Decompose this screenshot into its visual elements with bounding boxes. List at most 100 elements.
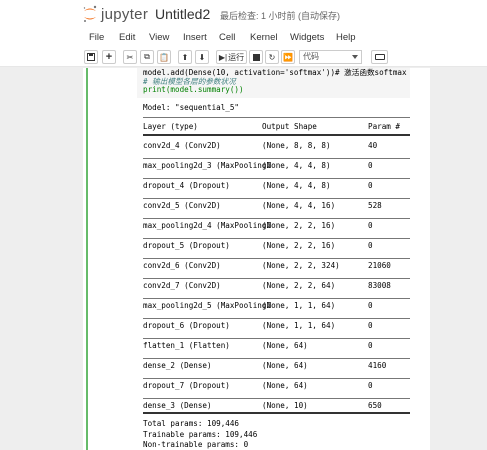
- divider: [143, 298, 410, 299]
- menu-edit[interactable]: Edit: [119, 32, 135, 43]
- table-row-shape: (None, 2, 2, 64): [262, 281, 336, 290]
- jupyter-logo[interactable]: jupyter: [83, 4, 149, 24]
- divider: [143, 158, 410, 159]
- scissors-icon: ✂: [126, 52, 134, 62]
- checkpoint-status: 最后检查: 1 小时前 (自动保存): [220, 11, 341, 21]
- selected-cell-indicator: [86, 68, 88, 450]
- code-line-3: print(model.summary()): [143, 85, 244, 94]
- table-row-shape: (None, 1, 1, 64): [262, 321, 336, 330]
- plus-icon: +: [105, 51, 113, 63]
- divider: [143, 412, 410, 414]
- cut-button[interactable]: ✂: [123, 50, 137, 64]
- table-row-layer: conv2d_6 (Conv2D): [143, 261, 221, 270]
- jupyter-logo-icon: [83, 5, 97, 23]
- keyboard-icon: [374, 54, 385, 60]
- stop-icon: [252, 53, 260, 61]
- run-label: 运行: [228, 52, 245, 62]
- paste-button[interactable]: 📋: [157, 50, 171, 64]
- table-row-layer: conv2d_4 (Conv2D): [143, 141, 221, 150]
- table-row-params: 21060: [368, 261, 391, 270]
- clipboard-icon: 📋: [159, 52, 169, 62]
- menu-kernel[interactable]: Kernel: [250, 32, 277, 43]
- table-row-shape: (None, 2, 2, 324): [262, 261, 340, 270]
- model-name-line: Model: "sequential_5": [143, 103, 240, 112]
- table-row-layer: dropout_6 (Dropout): [143, 321, 230, 330]
- table-row-params: 83008: [368, 281, 391, 290]
- divider: [143, 378, 410, 379]
- table-row-shape: (None, 64): [262, 381, 308, 390]
- fast-forward-icon: ⏩: [283, 52, 293, 62]
- divider: [143, 238, 410, 239]
- menu-insert[interactable]: Insert: [183, 32, 207, 43]
- menu-file[interactable]: File: [89, 32, 104, 43]
- header-output-shape: Output Shape: [262, 122, 317, 131]
- table-row-params: 0: [368, 301, 373, 310]
- command-palette-button[interactable]: [371, 50, 388, 64]
- menu-cell[interactable]: Cell: [219, 32, 235, 43]
- move-up-button[interactable]: ⬆: [178, 50, 192, 64]
- chevron-down-icon: [352, 55, 358, 59]
- table-row-shape: (None, 1, 1, 64): [262, 301, 336, 310]
- table-row-params: 0: [368, 161, 373, 170]
- cell-type-value: 代码: [303, 52, 319, 61]
- table-row-shape: (None, 64): [262, 341, 308, 350]
- table-row-shape: (None, 4, 4, 8): [262, 161, 331, 170]
- divider: [143, 178, 410, 179]
- table-row-layer: dropout_5 (Dropout): [143, 241, 230, 250]
- menu-help[interactable]: Help: [336, 32, 356, 43]
- move-down-button[interactable]: ⬇: [195, 50, 209, 64]
- run-button[interactable]: ▶| 运行: [216, 50, 247, 64]
- divider: [143, 258, 410, 259]
- restart-button[interactable]: ↻: [265, 50, 279, 64]
- toolbar: + ✂ ⧉ 📋 ⬆ ⬇ ▶| 运行 ↻ ⏩ 代码: [0, 48, 487, 67]
- table-row-layer: dense_2 (Dense): [143, 361, 212, 370]
- total-params: Total params: 109,446: [143, 419, 240, 428]
- divider: [143, 134, 410, 136]
- copy-button[interactable]: ⧉: [140, 50, 154, 64]
- divider: [143, 218, 410, 219]
- restart-run-all-button[interactable]: ⏩: [281, 50, 295, 64]
- table-row-params: 0: [368, 341, 373, 350]
- divider: [143, 198, 410, 199]
- copy-icon: ⧉: [144, 52, 150, 61]
- non-trainable-params: Non-trainable params: 0: [143, 440, 249, 449]
- menu-bar: File Edit View Insert Cell Kernel Widget…: [0, 28, 487, 48]
- interrupt-button[interactable]: [249, 50, 263, 64]
- arrow-down-icon: ⬇: [198, 52, 206, 62]
- table-row-params: 528: [368, 201, 382, 210]
- notebook-title[interactable]: Untitled2: [155, 6, 210, 22]
- save-button[interactable]: [84, 50, 98, 64]
- table-row-layer: conv2d_7 (Conv2D): [143, 281, 221, 290]
- header-bar: jupyter Untitled2 最后检查: 1 小时前 (自动保存): [0, 0, 487, 28]
- divider: [143, 338, 410, 339]
- table-row-layer: max_pooling2d_4 (MaxPooling2: [143, 221, 272, 230]
- table-row-params: 4160: [368, 361, 387, 370]
- jupyter-logo-text: jupyter: [101, 5, 149, 23]
- save-icon: [87, 53, 95, 61]
- divider: [143, 398, 410, 399]
- trainable-params: Trainable params: 109,446: [143, 430, 258, 439]
- insert-cell-button[interactable]: +: [102, 50, 116, 64]
- table-row-params: 650: [368, 401, 382, 410]
- divider: [143, 117, 410, 118]
- menu-view[interactable]: View: [149, 32, 169, 43]
- cell-type-select[interactable]: 代码: [299, 50, 362, 64]
- table-row-params: 0: [368, 381, 373, 390]
- table-row-shape: (None, 64): [262, 361, 308, 370]
- table-row-shape: (None, 10): [262, 401, 308, 410]
- divider: [143, 318, 410, 319]
- divider: [143, 358, 410, 359]
- table-row-shape: (None, 2, 2, 16): [262, 221, 336, 230]
- header-params: Param #: [368, 122, 401, 131]
- menu-widgets[interactable]: Widgets: [290, 32, 324, 43]
- table-row-layer: dropout_4 (Dropout): [143, 181, 230, 190]
- table-row-params: 0: [368, 241, 373, 250]
- header-layer: Layer (type): [143, 122, 198, 131]
- table-row-layer: max_pooling2d_3 (MaxPooling2: [143, 161, 272, 170]
- table-row-layer: max_pooling2d_5 (MaxPooling2: [143, 301, 272, 310]
- table-row-shape: (None, 2, 2, 16): [262, 241, 336, 250]
- restart-icon: ↻: [268, 52, 276, 62]
- divider: [143, 278, 410, 279]
- table-row-params: 0: [368, 321, 373, 330]
- table-row-params: 0: [368, 181, 373, 190]
